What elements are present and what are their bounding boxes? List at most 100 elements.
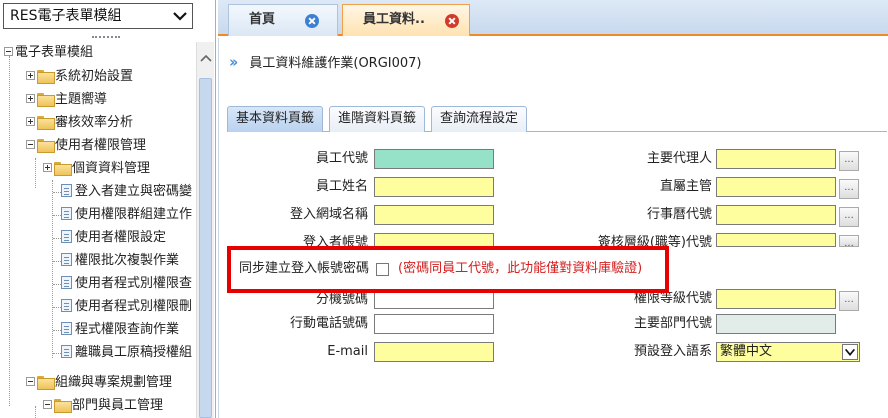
- employee-id-label: 員工代號: [315, 151, 368, 166]
- permission-level-picker-button[interactable]: ...: [839, 291, 859, 311]
- tree-item-org-project[interactable]: 組織與專案規劃管理: [26, 372, 172, 394]
- tree-item-label: 主題嚮導: [55, 92, 108, 107]
- tree-connector: [52, 180, 53, 358]
- double-chevron-right-icon: ››: [229, 53, 239, 71]
- approval-level-field[interactable]: [716, 233, 836, 247]
- default-language-value: 繁體中文: [720, 344, 773, 359]
- tree-root[interactable]: 電子表單模組: [4, 42, 93, 64]
- extension-label: 分機號碼: [315, 292, 368, 307]
- tab-query-flow[interactable]: 查詢流程設定: [431, 106, 528, 132]
- navigation-tree-container: 電子表單模組 系統初始設置 主題嚮導 審核效率分析 使用者權限管理 個資資料管理…: [0, 42, 215, 418]
- right-panel: 首頁 員工資料.. ›› 員工資料維護作業(ORGI007) 基本資料頁籤 進階資…: [218, 0, 888, 418]
- employee-id-field[interactable]: [374, 149, 494, 169]
- tab-home[interactable]: 首頁: [228, 4, 338, 36]
- tab-employee-data-label: 員工資料..: [363, 12, 425, 27]
- sync-account-label: 同步建立登入帳號密碼: [238, 261, 369, 276]
- form-title-row: ›› 員工資料維護作業(ORGI007): [229, 50, 422, 74]
- tab-basic-data[interactable]: 基本資料頁籤: [227, 106, 324, 132]
- calendar-code-label: 行事曆代號: [646, 207, 712, 222]
- default-language-select[interactable]: 繁體中文: [716, 342, 860, 362]
- login-domain-field[interactable]: [374, 205, 494, 225]
- tree-item-user-permission[interactable]: 使用者權限管理: [26, 135, 146, 157]
- extension-field[interactable]: [374, 291, 494, 309]
- expand-icon[interactable]: [43, 163, 52, 172]
- permission-level-field[interactable]: [716, 289, 836, 309]
- expand-icon[interactable]: [26, 94, 35, 103]
- chevron-down-icon: [173, 12, 187, 21]
- collapse-icon[interactable]: [26, 140, 35, 149]
- calendar-code-picker-button[interactable]: ...: [839, 207, 859, 227]
- tree-item-audit-efficiency[interactable]: 審核效率分析: [26, 112, 133, 134]
- folder-icon: [37, 69, 55, 84]
- tree-item-user-permission-settings[interactable]: 使用者權限設定: [61, 227, 166, 249]
- tree-item-personal-data[interactable]: 個資資料管理: [43, 158, 150, 180]
- tree-item-label: 使用權限群組建立作: [75, 207, 193, 222]
- chevron-up-icon[interactable]: [197, 52, 215, 66]
- primary-dept-field[interactable]: [716, 314, 836, 334]
- tree-connector: [35, 406, 36, 418]
- direct-supervisor-field[interactable]: [716, 177, 836, 197]
- collapse-icon[interactable]: [26, 377, 35, 386]
- page-icon: [61, 207, 72, 220]
- mobile-field[interactable]: [374, 314, 494, 334]
- page-title: 員工資料維護作業(ORGI007): [249, 56, 422, 71]
- close-icon[interactable]: [445, 14, 459, 28]
- tree-item-dept-employee[interactable]: 部門與員工管理: [43, 395, 163, 417]
- tree-item-resigned-employee[interactable]: 離職員工原稿授權組: [61, 342, 192, 364]
- tree-item-label: 離職員工原稿授權組: [75, 345, 193, 360]
- tree-item-login-password[interactable]: 登入者建立與密碼變: [61, 181, 192, 203]
- tree-item-program-permission-query[interactable]: 使用者程式別權限查: [61, 273, 192, 295]
- login-account-field[interactable]: [374, 233, 494, 247]
- tree-scrollbar[interactable]: [196, 42, 214, 418]
- close-icon[interactable]: [305, 14, 319, 28]
- employee-name-label: 員工姓名: [315, 179, 368, 194]
- tree-item-label: 個資資料管理: [72, 161, 151, 176]
- tab-advanced-data[interactable]: 進階資料頁籤: [329, 106, 426, 132]
- page-icon: [61, 276, 72, 289]
- tree-connector: [9, 56, 10, 406]
- tab-employee-data[interactable]: 員工資料..: [342, 4, 470, 36]
- permission-level-label: 權限等級代號: [633, 291, 712, 306]
- email-label: E-mail: [327, 344, 368, 359]
- tree-item-label: 審核效率分析: [55, 115, 134, 130]
- folder-icon: [37, 115, 55, 130]
- approval-level-label: 簽核層級(職等)代號: [597, 235, 712, 250]
- tree-item-permission-lookup[interactable]: 程式權限查詢作業: [61, 319, 179, 341]
- approval-level-picker-button[interactable]: ...: [839, 235, 859, 249]
- tree-item-theme-wizard[interactable]: 主題嚮導: [26, 89, 107, 111]
- email-field[interactable]: [374, 342, 494, 362]
- direct-supervisor-picker-button[interactable]: ...: [839, 179, 859, 199]
- tree-root-label: 電子表單模組: [15, 45, 94, 60]
- primary-agent-picker-button[interactable]: ...: [839, 151, 859, 171]
- module-select[interactable]: RES電子表單模組: [3, 3, 193, 29]
- expand-icon[interactable]: [26, 71, 35, 80]
- login-account-label: 登入者帳號: [302, 235, 368, 250]
- expand-icon[interactable]: [26, 117, 35, 126]
- sync-account-note: (密碼同員工代號，此功能僅對資料庫驗證): [398, 261, 643, 276]
- tree-item-label: 組織與專案規劃管理: [55, 375, 173, 390]
- employee-name-field[interactable]: [374, 177, 494, 197]
- navigation-tree: 電子表單模組 系統初始設置 主題嚮導 審核效率分析 使用者權限管理 個資資料管理…: [0, 42, 196, 418]
- tree-item-program-permission-delete[interactable]: 使用者程式別權限刪: [61, 296, 192, 318]
- chevron-down-icon[interactable]: [842, 344, 858, 360]
- tree-item-label: 部門與員工管理: [72, 398, 164, 413]
- calendar-code-field[interactable]: [716, 205, 836, 225]
- primary-dept-label: 主要部門代號: [633, 316, 712, 331]
- tab-home-label: 首頁: [249, 12, 276, 27]
- tree-item-label: 登入者建立與密碼變: [75, 184, 193, 199]
- scrollbar-thumb[interactable]: [199, 78, 212, 418]
- tree-item-label: 使用者程式別權限查: [75, 276, 193, 291]
- page-icon: [61, 345, 72, 358]
- tree-item-batch-copy[interactable]: 權限批次複製作業: [61, 250, 179, 272]
- tree-item-system-init[interactable]: 系統初始設置: [26, 66, 133, 88]
- tree-item-label: 使用者權限管理: [55, 138, 147, 153]
- primary-agent-field[interactable]: [716, 149, 836, 169]
- collapse-icon[interactable]: [43, 400, 52, 409]
- folder-icon: [37, 138, 55, 153]
- sync-account-checkbox[interactable]: [376, 263, 389, 276]
- tree-item-permission-group[interactable]: 使用權限群組建立作: [61, 204, 192, 226]
- tree-item-label: 程式權限查詢作業: [75, 322, 180, 337]
- login-domain-label: 登入網域名稱: [289, 207, 368, 222]
- collapse-icon[interactable]: [4, 47, 13, 56]
- splitter-grip[interactable]: [92, 36, 120, 40]
